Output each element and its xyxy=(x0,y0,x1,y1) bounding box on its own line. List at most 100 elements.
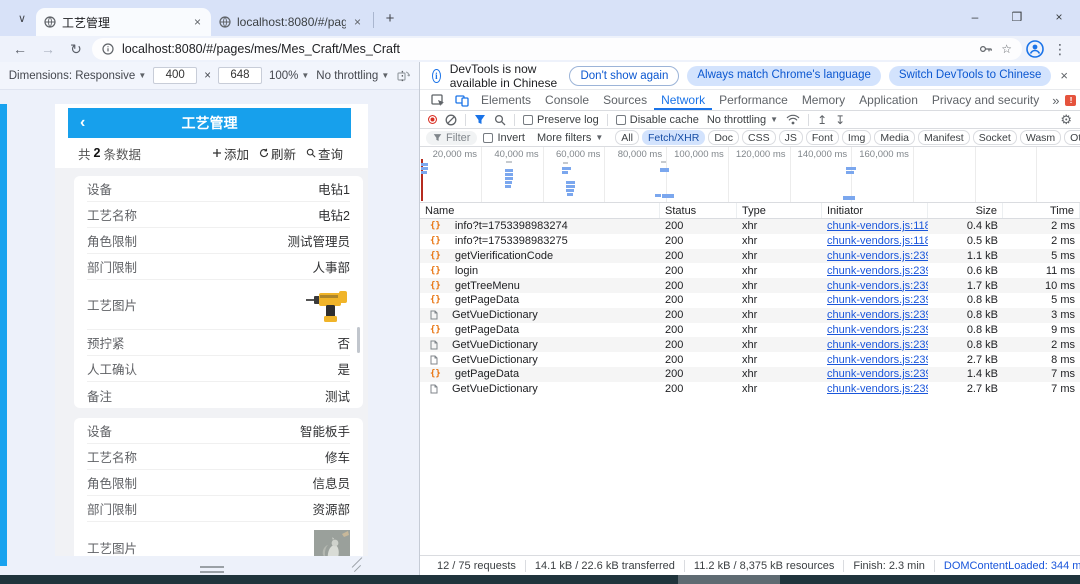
filter-chip-manifest[interactable]: Manifest xyxy=(918,130,970,145)
app-back-chevron-icon[interactable]: ‹ xyxy=(80,114,85,132)
device-height-input[interactable]: 648 xyxy=(218,67,262,84)
initiator-link[interactable]: chunk-vendors.js:11858 xyxy=(827,220,928,232)
filter-chip-js[interactable]: JS xyxy=(779,130,803,145)
initiator-link[interactable]: chunk-vendors.js:23954 xyxy=(827,354,928,366)
devtools-tab-network[interactable]: Network xyxy=(654,90,712,110)
filter-chip-font[interactable]: Font xyxy=(806,130,839,145)
app-action-add[interactable]: 添加 xyxy=(212,144,249,163)
network-request-row[interactable]: GetVueDictionary200xhrchunk-vendors.js:2… xyxy=(420,382,1080,397)
app-action-refresh[interactable]: 刷新 xyxy=(259,144,296,163)
tab-search-chevron-icon[interactable]: ∨ xyxy=(8,4,36,32)
initiator-link[interactable]: chunk-vendors.js:11858 xyxy=(827,235,928,247)
search-network-icon[interactable] xyxy=(494,114,506,126)
network-request-row[interactable]: {}info?t=1753398983274200xhrchunk-vendor… xyxy=(420,219,1080,234)
dimensions-select[interactable]: Dimensions: Responsive▼ xyxy=(9,70,146,82)
devtools-tab-elements[interactable]: Elements xyxy=(474,90,538,110)
password-key-icon[interactable] xyxy=(979,43,993,55)
network-throttling-select[interactable]: No throttling▼ xyxy=(707,114,778,126)
initiator-link[interactable]: chunk-vendors.js:23954 xyxy=(827,324,928,336)
more-filters-select[interactable]: More filters▼ xyxy=(537,132,603,144)
devtools-tab-sources[interactable]: Sources xyxy=(596,90,654,110)
network-request-row[interactable]: {}getTreeMenu200xhrchunk-vendors.js:2395… xyxy=(420,278,1080,293)
network-settings-gear-icon[interactable]: ⚙ xyxy=(1060,112,1072,128)
initiator-link[interactable]: chunk-vendors.js:23954 xyxy=(827,339,928,351)
disable-cache-checkbox[interactable]: Disable cache xyxy=(616,114,699,126)
column-header-time[interactable]: Time xyxy=(1003,203,1080,218)
column-header-name[interactable]: Name xyxy=(420,203,660,218)
reload-button[interactable]: ↻ xyxy=(64,41,88,58)
issues-badge[interactable]: !1 xyxy=(1065,93,1080,107)
devtools-tab-application[interactable]: Application xyxy=(852,90,925,110)
infobar-button-always-match-chrome-s-language[interactable]: Always match Chrome's language xyxy=(687,66,881,86)
devtools-tab-console[interactable]: Console xyxy=(538,90,596,110)
network-request-row[interactable]: GetVueDictionary200xhrchunk-vendors.js:2… xyxy=(420,308,1080,323)
column-header-status[interactable]: Status xyxy=(660,203,737,218)
devtools-tab-memory[interactable]: Memory xyxy=(795,90,852,110)
initiator-link[interactable]: chunk-vendors.js:23954 xyxy=(827,280,928,292)
site-info-icon[interactable] xyxy=(102,43,114,55)
initiator-link[interactable]: chunk-vendors.js:23954 xyxy=(827,294,928,306)
import-har-icon[interactable]: ↥ xyxy=(817,113,827,127)
network-overview-timeline[interactable]: 20,000 ms40,000 ms60,000 ms80,000 ms100,… xyxy=(420,147,1080,203)
filter-chip-socket[interactable]: Socket xyxy=(973,130,1017,145)
network-request-row[interactable]: {}getPageData200xhrchunk-vendors.js:2395… xyxy=(420,367,1080,382)
filter-chip-other[interactable]: Other xyxy=(1064,130,1080,145)
initiator-link[interactable]: chunk-vendors.js:23954 xyxy=(827,309,928,321)
filter-chip-doc[interactable]: Doc xyxy=(708,130,739,145)
record-network-log-button[interactable] xyxy=(428,115,437,124)
export-har-icon[interactable]: ↧ xyxy=(835,113,845,127)
profile-avatar[interactable] xyxy=(1026,40,1044,58)
initiator-link[interactable]: chunk-vendors.js:23954 xyxy=(827,250,928,262)
toggle-device-toolbar-icon[interactable] xyxy=(450,94,474,107)
url-omnibox[interactable]: localhost:8080/#/pages/mes/Mes_Craft/Mes… xyxy=(92,38,1022,60)
tab-close-icon[interactable]: × xyxy=(352,15,363,29)
network-request-row[interactable]: {}login200xhrchunk-vendors.js:239540.6 k… xyxy=(420,263,1080,278)
browser-tab-inactive[interactable]: localhost:8080/#/pages/men × xyxy=(211,8,371,36)
zoom-select[interactable]: 100%▼ xyxy=(269,70,309,82)
window-minimize-button[interactable]: – xyxy=(954,0,996,34)
window-maximize-button[interactable]: ❒ xyxy=(996,0,1038,34)
device-toolbar-kebab-icon[interactable]: ⋮ xyxy=(396,68,409,84)
filter-chip-all[interactable]: All xyxy=(615,130,639,145)
viewport-resize-handle-corner[interactable] xyxy=(350,562,364,576)
devtools-tab-performance[interactable]: Performance xyxy=(712,90,795,110)
initiator-link[interactable]: chunk-vendors.js:23954 xyxy=(827,265,928,277)
clear-network-log-icon[interactable] xyxy=(445,114,457,126)
network-request-row[interactable]: GetVueDictionary200xhrchunk-vendors.js:2… xyxy=(420,352,1080,367)
new-tab-button[interactable]: + xyxy=(378,6,402,30)
infobar-button-switch-devtools-to-chinese[interactable]: Switch DevTools to Chinese xyxy=(889,66,1052,86)
column-header-type[interactable]: Type xyxy=(737,203,822,218)
initiator-link[interactable]: chunk-vendors.js:23954 xyxy=(827,368,928,380)
process-card-2[interactable]: 设备智能板手工艺名称修车角色限制信息员部门限制资源部工艺图片 xyxy=(74,418,363,556)
filter-funnel-icon[interactable] xyxy=(474,114,486,125)
column-header-size[interactable]: Size xyxy=(928,203,1003,218)
network-request-row[interactable]: {}getPageData200xhrchunk-vendors.js:2395… xyxy=(420,293,1080,308)
devtools-tab-privacy-and-security[interactable]: Privacy and security xyxy=(925,90,1046,110)
network-request-row[interactable]: {}info?t=1753398983275200xhrchunk-vendor… xyxy=(420,234,1080,249)
back-button[interactable]: ← xyxy=(8,41,32,57)
network-request-row[interactable]: GetVueDictionary200xhrchunk-vendors.js:2… xyxy=(420,337,1080,352)
initiator-link[interactable]: chunk-vendors.js:23954 xyxy=(827,383,928,395)
app-action-search[interactable]: 查询 xyxy=(306,144,343,163)
throttling-select[interactable]: No throttling▼ xyxy=(316,70,389,82)
inspect-element-icon[interactable] xyxy=(426,94,450,107)
more-tabs-icon[interactable]: » xyxy=(1046,93,1065,108)
preserve-log-checkbox[interactable]: Preserve log xyxy=(523,114,599,126)
browser-tab-active[interactable]: 工艺管理 × xyxy=(36,8,211,36)
device-width-input[interactable]: 400 xyxy=(153,67,197,84)
filter-chip-media[interactable]: Media xyxy=(874,130,915,145)
network-request-row[interactable]: {}getVierificationCode200xhrchunk-vendor… xyxy=(420,249,1080,264)
process-card-1[interactable]: 设备电钻1工艺名称电钻2角色限制测试管理员部门限制人事部工艺图片预拧紧否人工确认… xyxy=(74,176,363,408)
infobar-close-icon[interactable]: × xyxy=(1060,68,1068,83)
filter-chip-wasm[interactable]: Wasm xyxy=(1020,130,1061,145)
filter-chip-css[interactable]: CSS xyxy=(742,130,776,145)
filter-chip-fetch-xhr[interactable]: Fetch/XHR xyxy=(642,130,705,145)
tab-close-icon[interactable]: × xyxy=(192,15,203,29)
invert-filter-checkbox[interactable]: Invert xyxy=(483,132,525,144)
bookmark-star-icon[interactable]: ☆ xyxy=(1001,42,1012,56)
network-request-row[interactable]: {}getPageData200xhrchunk-vendors.js:2395… xyxy=(420,323,1080,338)
forward-button[interactable]: → xyxy=(36,41,60,57)
viewport-scrollbar-thumb[interactable] xyxy=(357,327,360,353)
filter-chip-img[interactable]: Img xyxy=(842,130,872,145)
infobar-button-don-t-show-again[interactable]: Don't show again xyxy=(569,66,679,86)
